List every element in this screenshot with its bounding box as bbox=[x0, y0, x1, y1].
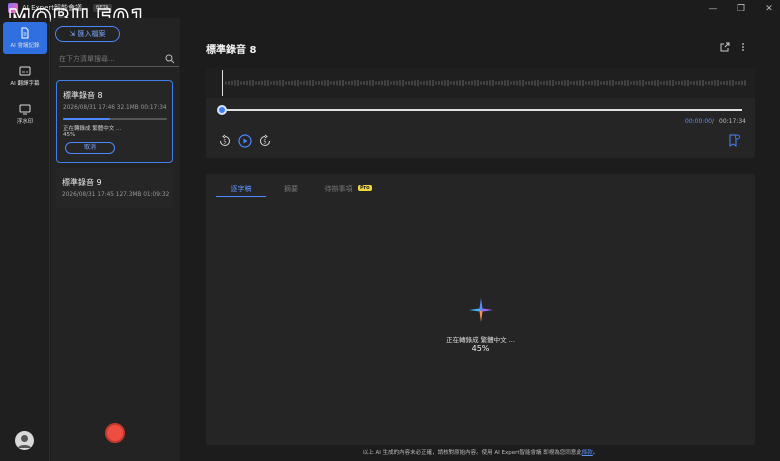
more-options-icon[interactable] bbox=[738, 42, 748, 52]
minimize-button[interactable]: — bbox=[706, 3, 720, 15]
rail-item-meeting-notes[interactable]: AI 會議記錄 bbox=[3, 22, 47, 54]
recording-meta: 2026/08/31 17:45 127.3MB 01:09:32 bbox=[62, 192, 170, 198]
search-icon[interactable] bbox=[165, 54, 175, 64]
terms-link[interactable]: 條款 bbox=[582, 450, 593, 456]
rail-item-subtitles[interactable]: AI 翻譯字幕 bbox=[3, 60, 47, 92]
document-icon bbox=[21, 27, 29, 39]
disclaimer-footer: 以上 AI 生成的內容未必正確，請核對原始內容。使用 AI Expert智能會議… bbox=[181, 448, 780, 456]
recording-meta: 2026/08/31 17:46 32.1MB 00:17:34 bbox=[63, 105, 167, 111]
playhead bbox=[222, 70, 223, 96]
export-icon[interactable] bbox=[720, 42, 730, 52]
recording-title: 標準錄音 8 bbox=[63, 91, 103, 100]
record-button[interactable] bbox=[105, 423, 125, 443]
seek-track[interactable] bbox=[222, 109, 742, 111]
maximize-button[interactable]: ❐ bbox=[734, 3, 748, 15]
page-title: 標準錄音 8 bbox=[206, 45, 257, 56]
audio-player: 00:00:00 / 00:17:34 5 5 bbox=[206, 68, 755, 158]
rail-item-label: 浮水印 bbox=[16, 119, 34, 125]
recording-title: 標準錄音 9 bbox=[62, 178, 102, 187]
play-icon[interactable] bbox=[238, 134, 252, 148]
title-bar: AI Expert智能會議 BETA MOBILE01 — ❐ ✕ bbox=[0, 0, 780, 30]
transcription-status: 正在轉錄成 繁體中文 ... bbox=[63, 126, 122, 132]
rail-item-label: AI 翻譯字幕 bbox=[10, 81, 40, 87]
avatar[interactable] bbox=[15, 431, 34, 450]
time-separator: / bbox=[712, 118, 715, 125]
progress-fill bbox=[63, 118, 110, 120]
pro-badge: Pro bbox=[358, 185, 372, 191]
transcription-percent: 45% bbox=[63, 132, 76, 138]
transcription-progress-bar bbox=[63, 118, 167, 120]
recording-card[interactable]: 標準錄音 8 2026/08/31 17:46 32.1MB 00:17:34 … bbox=[56, 80, 173, 163]
disclaimer-end: 。 bbox=[592, 450, 599, 456]
active-tab-indicator bbox=[216, 196, 266, 197]
forward-5-icon[interactable]: 5 bbox=[258, 134, 272, 148]
bookmark-add-icon[interactable] bbox=[728, 134, 740, 148]
rail-item-label: AI 會議記錄 bbox=[10, 43, 40, 49]
tab-todo[interactable]: 待辦事項 bbox=[321, 184, 356, 194]
recording-list-panel: ⇲ 匯入檔案 標準錄音 8 2026/08/31 17:46 32.1MB 00… bbox=[51, 18, 180, 461]
transcription-status-percent: 45% bbox=[471, 344, 490, 353]
subtitle-icon bbox=[19, 66, 31, 76]
transcript-panel: 逐字稿 摘要 待辦事項 Pro 正在轉錄成 繁體中文 ... 45% bbox=[206, 174, 755, 445]
import-file-button[interactable]: ⇲ 匯入檔案 bbox=[55, 26, 120, 42]
monitor-icon bbox=[19, 104, 31, 115]
tab-summary[interactable]: 摘要 bbox=[276, 184, 306, 194]
waveform[interactable] bbox=[206, 68, 755, 98]
cancel-button[interactable]: 取消 bbox=[65, 142, 115, 154]
left-rail: AI 會議記錄 AI 翻譯字幕 浮水印 bbox=[0, 18, 50, 461]
search-input[interactable] bbox=[59, 53, 159, 65]
loading-spinner-icon bbox=[469, 298, 493, 322]
rail-item-watermark[interactable]: 浮水印 bbox=[3, 98, 47, 130]
import-icon: ⇲ bbox=[69, 30, 78, 38]
import-label: 匯入檔案 bbox=[77, 30, 106, 38]
disclaimer-text: 以上 AI 生成的內容未必正確，請核對原始內容。使用 AI Expert智能會議… bbox=[362, 450, 582, 456]
svg-text:5: 5 bbox=[263, 140, 266, 146]
close-button[interactable]: ✕ bbox=[762, 3, 776, 15]
rewind-5-icon[interactable]: 5 bbox=[218, 134, 232, 148]
svg-text:5: 5 bbox=[223, 140, 226, 146]
total-time: 00:17:34 bbox=[719, 118, 746, 125]
recording-card[interactable]: 標準錄音 9 2026/08/31 17:45 127.3MB 01:09:32 bbox=[56, 168, 173, 208]
current-time: 00:00:00 bbox=[685, 118, 712, 125]
user-icon bbox=[18, 435, 31, 448]
tab-transcript[interactable]: 逐字稿 bbox=[216, 184, 266, 194]
seek-handle[interactable] bbox=[217, 105, 227, 115]
main-panel: 標準錄音 8 00:00:00 / 00:17:34 5 5 逐字稿 摘要 待辦… bbox=[181, 18, 780, 461]
transcription-status-text: 正在轉錄成 繁體中文 ... bbox=[446, 336, 515, 344]
search-bar bbox=[59, 53, 179, 67]
